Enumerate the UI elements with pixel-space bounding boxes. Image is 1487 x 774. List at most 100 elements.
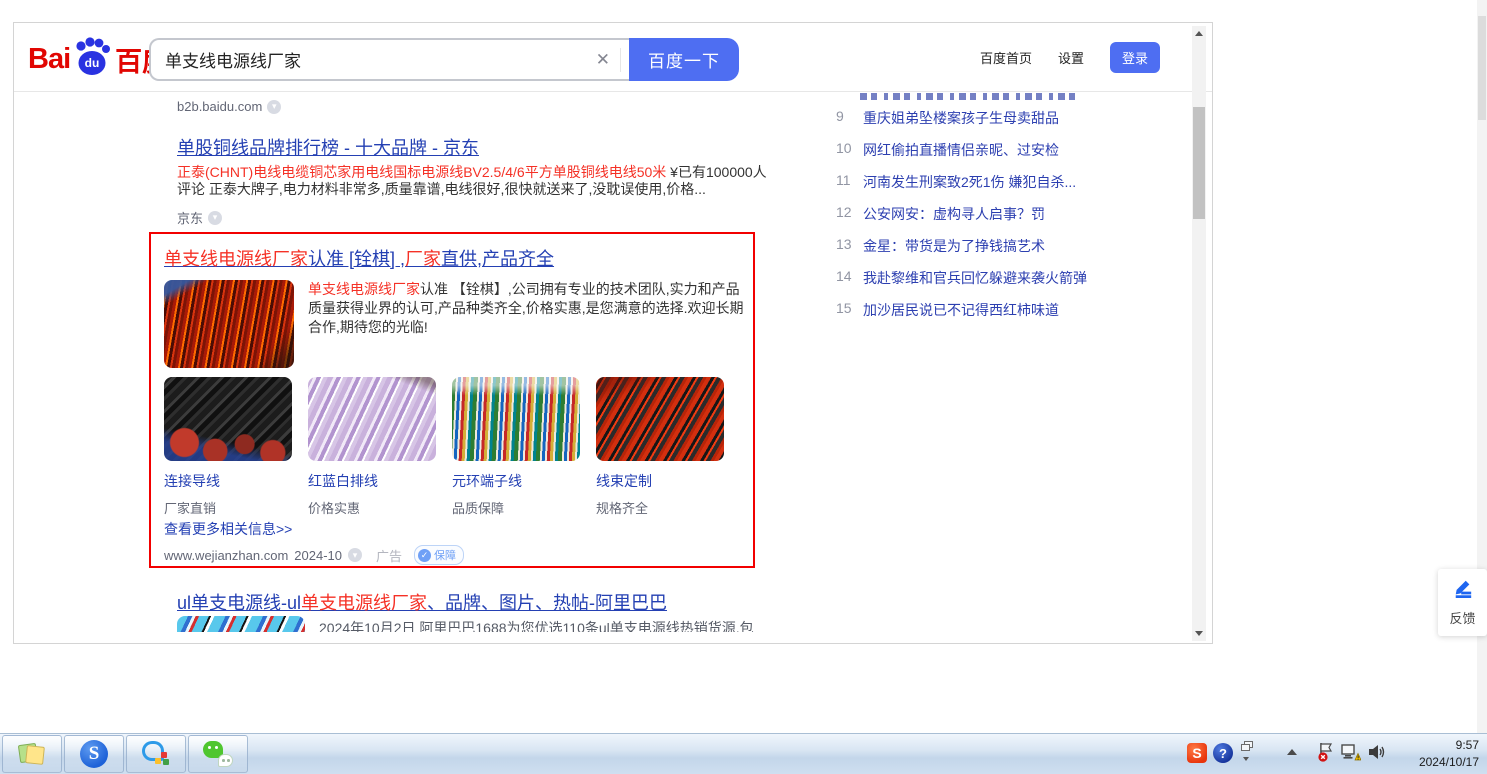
trending-item[interactable]: 11 河南发生刑案致2死1伤 嫌犯自杀... <box>836 172 1126 204</box>
sogou-input-icon[interactable]: S <box>1187 743 1207 763</box>
ad-card[interactable]: 线束定制 规格齐全 <box>596 377 724 517</box>
ad-result-annotated-box: 单支线电源线厂家认准 [铨棋] ,厂家直供,产品齐全 单支线电源线厂家认准 【铨… <box>149 232 755 568</box>
taskbar-clock[interactable]: 9:57 2024/10/17 <box>1399 737 1479 771</box>
trending-item[interactable]: 9 重庆姐弟坠楼案孩子生母卖甜品 <box>836 108 1126 140</box>
trending-item[interactable]: 12 公安网安：虚构寻人启事？罚 <box>836 204 1126 236</box>
taskbar-sticky-notes-button[interactable] <box>2 735 62 773</box>
ad-description: 单支线电源线厂家认准 【铨棋】,公司拥有专业的技术团队,实力和产品质量获得业界的… <box>308 280 750 337</box>
ad-card-thumbnail[interactable] <box>596 377 724 461</box>
trending-item[interactable]: 13 金星：带货是为了挣钱搞艺术 <box>836 236 1126 268</box>
ad-card-title-link[interactable]: 连接导线 <box>164 471 292 491</box>
svg-text:du: du <box>85 56 100 70</box>
trending-link[interactable]: 网红偷拍直播情侣亲昵、过安检 <box>863 140 1059 160</box>
trending-list: 9 重庆姐弟坠楼案孩子生母卖甜品 10 网红偷拍直播情侣亲昵、过安检 11 河南… <box>836 108 1126 332</box>
ad-card-thumbnail[interactable] <box>452 377 580 461</box>
trending-link[interactable]: 公安网安：虚构寻人启事？罚 <box>863 204 1045 224</box>
title-text: 、品牌、图片、热帖-阿里巴巴 <box>427 593 667 613</box>
taskbar-chat-app-button[interactable] <box>126 735 186 773</box>
trending-item-partial[interactable] <box>860 93 1076 100</box>
feedback-button[interactable]: 反馈 <box>1438 569 1487 636</box>
wechat-icon <box>203 741 233 767</box>
ad-card-thumbnail[interactable] <box>308 377 436 461</box>
trending-item[interactable]: 15 加沙居民说已不记得西红柿味道 <box>836 300 1126 332</box>
ad-date: 2024-10 <box>294 548 342 563</box>
trending-link[interactable]: 金星：带货是为了挣钱搞艺术 <box>863 236 1045 256</box>
ad-card-subtitle: 品质保障 <box>452 498 580 517</box>
title-highlight: 单支线电源线厂家 <box>164 249 308 269</box>
background-scrollbar-thumb[interactable] <box>1478 16 1486 120</box>
scroll-up-arrow[interactable] <box>1192 26 1206 41</box>
window-scrollbar[interactable] <box>1192 26 1206 641</box>
feedback-label: 反馈 <box>1438 608 1487 627</box>
trending-link[interactable]: 我赴黎维和官兵回忆躲避来袭火箭弹 <box>863 268 1087 288</box>
ad-card-title-link[interactable]: 红蓝白排线 <box>308 471 436 491</box>
ad-card-title-link[interactable]: 元环端子线 <box>452 471 580 491</box>
search-divider <box>620 48 621 72</box>
ad-title-link[interactable]: 单支线电源线厂家认准 [铨棋] ,厂家直供,产品齐全 <box>164 245 554 271</box>
ad-more-link[interactable]: 查看更多相关信息>> <box>164 519 292 539</box>
help-icon[interactable]: ? <box>1213 743 1233 763</box>
ad-label: 广告 <box>376 546 402 565</box>
baidu-logo[interactable]: Bai du 百度 <box>28 38 169 80</box>
scrollbar-thumb[interactable] <box>1193 107 1205 219</box>
search-input[interactable] <box>151 50 586 70</box>
login-button[interactable]: 登录 <box>1110 42 1160 73</box>
trending-link[interactable]: 加沙居民说已不记得西红柿味道 <box>863 300 1059 320</box>
title-highlight: 厂家 <box>405 249 441 269</box>
ad-card-subtitle: 厂家直销 <box>164 498 292 517</box>
trending-rank: 10 <box>836 140 854 156</box>
source-dropdown-icon[interactable]: ▾ <box>208 211 222 225</box>
sticky-notes-icon <box>19 742 45 766</box>
ime-dropdown-arrow-icon[interactable] <box>1243 757 1249 761</box>
ad-card[interactable]: 元环端子线 品质保障 <box>452 377 580 517</box>
results-content: b2b.baidu.com ▾ 单股铜线品牌排行榜 - 十大品牌 - 京东 正泰… <box>14 92 1211 632</box>
nav-settings[interactable]: 设置 <box>1058 48 1084 67</box>
scroll-down-arrow[interactable] <box>1192 626 1206 641</box>
ad-main-thumbnail[interactable] <box>164 280 294 368</box>
taskbar-wechat-button[interactable] <box>188 735 248 773</box>
ad-card[interactable]: 红蓝白排线 价格实惠 <box>308 377 436 517</box>
check-icon: ✓ <box>418 549 431 562</box>
ad-card-title-link[interactable]: 线束定制 <box>596 471 724 491</box>
ad-card-thumbnail[interactable] <box>164 377 292 461</box>
result1-description: 正泰(CHNT)电线电缆铜芯家用电线国标电源线BV2.5/4/6平方单股铜线电线… <box>177 164 777 198</box>
source-dropdown-icon[interactable]: ▾ <box>348 548 362 562</box>
nav-baidu-home[interactable]: 百度首页 <box>980 48 1032 67</box>
ad-card-row: 连接导线 厂家直销 红蓝白排线 价格实惠 元环端子线 品质保障 线束定制 规格齐… <box>164 377 724 517</box>
trending-item[interactable]: 14 我赴黎维和官兵回忆躲避来袭火箭弹 <box>836 268 1126 300</box>
search-box: ✕ <box>149 38 631 81</box>
action-center-flag-icon[interactable] <box>1317 741 1335 763</box>
guarantee-badge: ✓ 保障 <box>414 545 464 565</box>
trending-link[interactable]: 河南发生刑案致2死1伤 嫌犯自杀... <box>863 172 1076 192</box>
ad-card[interactable]: 连接导线 厂家直销 <box>164 377 292 517</box>
title-text: ul单支电源线-ul <box>177 593 301 613</box>
result3-title-link[interactable]: ul单支电源线-ul单支电源线厂家、品牌、图片、热帖-阿里巴巴 <box>177 589 667 615</box>
result1-source: 京东 ▾ <box>177 208 222 227</box>
ime-restore-icon[interactable] <box>1241 741 1255 753</box>
trending-rank: 11 <box>836 172 854 188</box>
chat-bubble-icon <box>142 741 170 767</box>
taskbar-sogou-browser-button[interactable]: S <box>64 735 124 773</box>
guarantee-badge-label: 保障 <box>434 547 456 563</box>
trending-rank: 13 <box>836 236 854 252</box>
result3-thumbnail[interactable] <box>177 616 305 632</box>
network-warning-icon[interactable] <box>1341 742 1361 762</box>
baidu-paw-icon: du <box>72 37 112 77</box>
source-dropdown-icon[interactable]: ▾ <box>267 100 281 114</box>
taskbar-apps: S <box>2 735 248 773</box>
trending-rank: 12 <box>836 204 854 220</box>
clock-date: 2024/10/17 <box>1399 754 1479 771</box>
result3-description-partial: 2024年10月2日 阿里巴巴1688为您优选110条ul单支电源线热销货源,包 <box>319 618 759 632</box>
volume-icon[interactable] <box>1367 742 1387 762</box>
source-text: 京东 <box>177 208 203 227</box>
trending-item[interactable]: 10 网红偷拍直播情侣亲昵、过安检 <box>836 140 1126 172</box>
trending-link[interactable]: 重庆姐弟坠楼案孩子生母卖甜品 <box>863 108 1059 128</box>
title-text: 直供,产品齐全 <box>441 249 554 269</box>
show-hidden-icons-arrow[interactable] <box>1287 749 1297 755</box>
sogou-browser-icon: S <box>80 740 108 768</box>
trending-rank: 14 <box>836 268 854 284</box>
search-button[interactable]: 百度一下 <box>629 38 739 81</box>
clear-search-icon[interactable]: ✕ <box>586 50 620 70</box>
ad-desc-highlight: 单支线电源线厂家 <box>308 281 420 297</box>
result1-title-link[interactable]: 单股铜线品牌排行榜 - 十大品牌 - 京东 <box>177 134 479 160</box>
